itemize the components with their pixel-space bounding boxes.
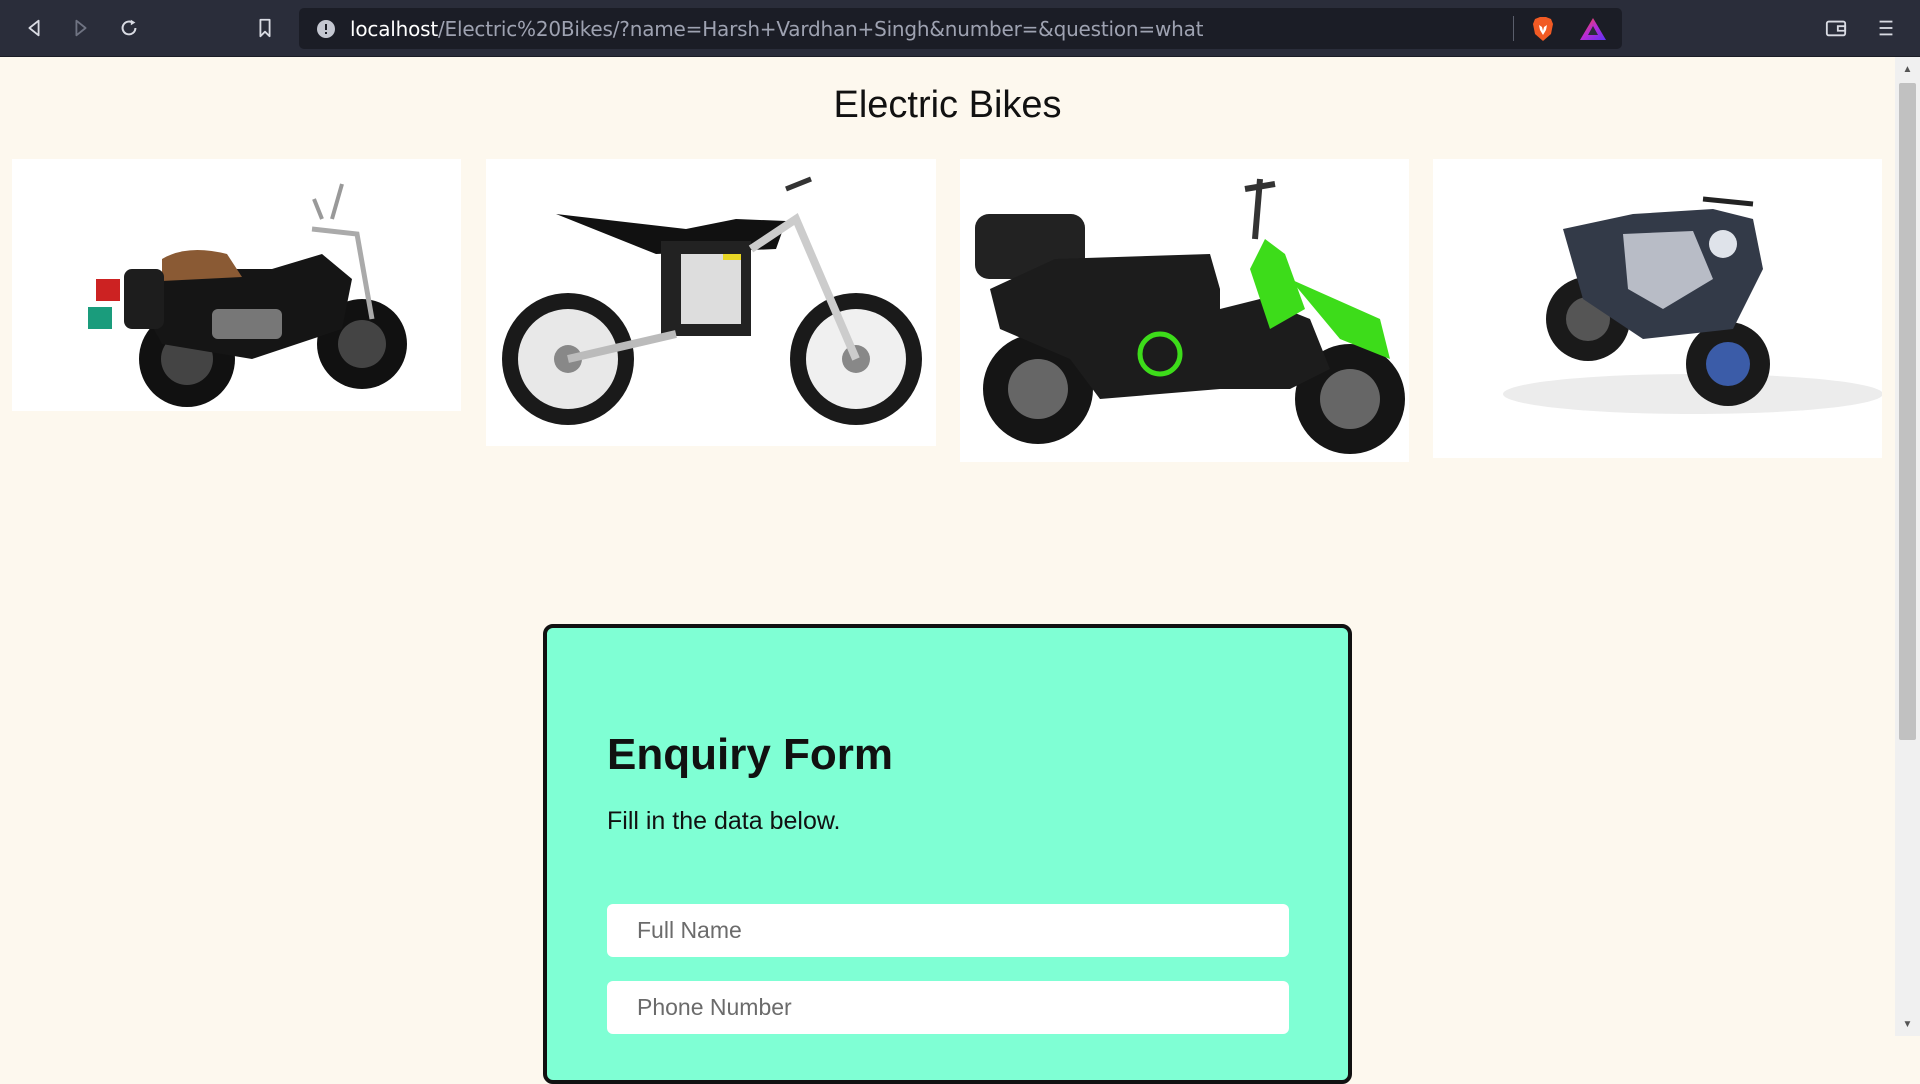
- browser-toolbar: localhost/Electric%20Bikes/?name=Harsh+V…: [0, 0, 1920, 57]
- forward-arrow-icon: [75, 19, 87, 37]
- bookmark-button[interactable]: [249, 12, 281, 44]
- bike-image-sport-bike: [1433, 159, 1882, 458]
- url-separator: [1513, 16, 1514, 41]
- bike-image-dirt-bike: [486, 159, 936, 446]
- wallet-icon: [1825, 20, 1847, 37]
- brave-lion-icon[interactable]: [1531, 16, 1555, 42]
- hamburger-menu-icon: [1879, 20, 1893, 36]
- bike-image-scooter: [960, 159, 1409, 462]
- full-name-input[interactable]: [607, 904, 1289, 957]
- info-icon[interactable]: [316, 19, 336, 39]
- phone-number-input[interactable]: [607, 981, 1289, 1034]
- reload-button[interactable]: [113, 12, 145, 44]
- reload-icon: [121, 19, 137, 36]
- vertical-scrollbar[interactable]: ▲ ▼: [1895, 57, 1920, 1036]
- scroll-down-icon[interactable]: ▼: [1895, 1014, 1920, 1034]
- rewards-triangle-icon[interactable]: [1579, 17, 1607, 41]
- page-title: Electric Bikes: [833, 84, 1062, 126]
- bookmark-icon: [259, 18, 271, 38]
- enquiry-form: Enquiry Form Fill in the data below.: [543, 624, 1352, 1084]
- menu-button[interactable]: [1870, 12, 1902, 44]
- wallet-button[interactable]: [1820, 12, 1852, 44]
- scroll-thumb[interactable]: [1899, 83, 1916, 740]
- back-button[interactable]: [18, 12, 50, 44]
- address-bar[interactable]: localhost/Electric%20Bikes/?name=Harsh+V…: [299, 8, 1622, 49]
- bike-image-cruiser: [12, 159, 461, 411]
- url-text[interactable]: localhost/Electric%20Bikes/?name=Harsh+V…: [350, 17, 1203, 41]
- scroll-up-icon[interactable]: ▲: [1895, 59, 1920, 79]
- url-host: localhost: [350, 16, 438, 41]
- back-arrow-icon: [28, 19, 40, 37]
- url-path: /Electric%20Bikes/?name=Harsh+Vardhan+Si…: [437, 16, 1204, 41]
- forward-button[interactable]: [65, 12, 97, 44]
- form-title: Enquiry Form: [607, 730, 894, 779]
- form-subtitle: Fill in the data below.: [607, 807, 841, 835]
